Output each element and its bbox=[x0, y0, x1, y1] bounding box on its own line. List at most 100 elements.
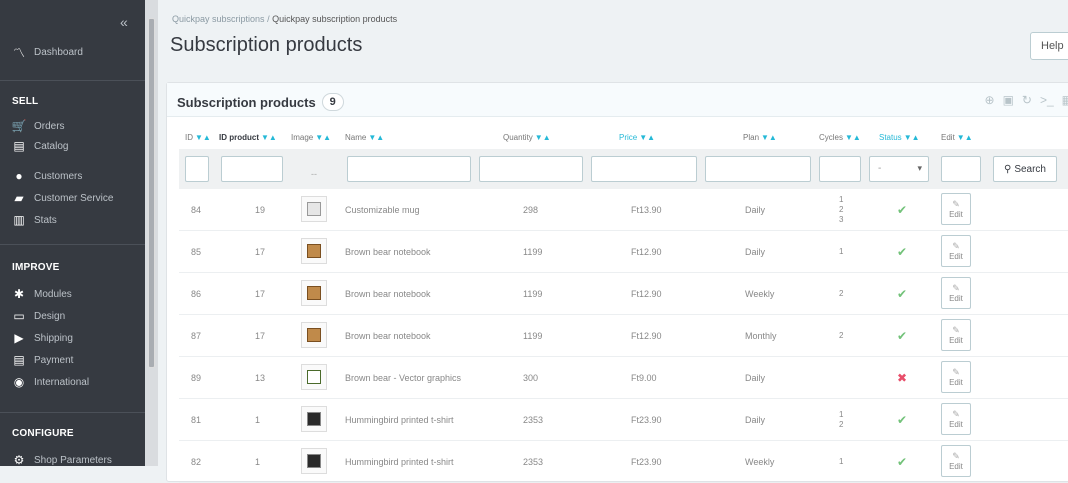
cell-id: 86 bbox=[191, 289, 201, 299]
cell-plan: Monthly bbox=[745, 331, 777, 341]
sidebar-item-dashboard[interactable]: 〽 Dashboard bbox=[12, 46, 83, 58]
cell-plan: Weekly bbox=[745, 289, 774, 299]
filter-row: -- - ▾ ⚲ Search bbox=[179, 149, 1068, 189]
filter-status-select[interactable]: - ▾ bbox=[869, 156, 929, 182]
table-row[interactable]: 811Hummingbird printed t-shirt2353Ft23.9… bbox=[179, 399, 1068, 441]
table-row[interactable]: 8517Brown bear notebook1199Ft12.90Daily1… bbox=[179, 231, 1068, 273]
filter-edit-input[interactable] bbox=[941, 156, 981, 182]
edit-button[interactable]: ✎Edit bbox=[941, 319, 971, 351]
cell-price: Ft9.00 bbox=[631, 373, 657, 383]
sidebar-item-modules[interactable]: ✱Modules bbox=[12, 288, 72, 300]
product-image bbox=[307, 370, 321, 384]
cycle-value: 1 bbox=[839, 247, 843, 257]
cell-quantity: 1199 bbox=[523, 247, 542, 257]
col-id-product[interactable]: ID product▼▲ bbox=[219, 133, 277, 142]
sidebar-item-customers[interactable]: ●Customers bbox=[12, 170, 82, 182]
sidebar-item-customer-service[interactable]: ▰Customer Service bbox=[12, 192, 113, 204]
col-id[interactable]: ID▼▲ bbox=[185, 133, 211, 142]
section-improve: IMPROVE bbox=[12, 262, 60, 273]
puzzle-icon: ✱ bbox=[12, 288, 26, 300]
sidebar-scrollbar[interactable] bbox=[145, 0, 158, 466]
search-icon: ⚲ bbox=[1004, 164, 1011, 175]
edit-label: Edit bbox=[949, 336, 963, 345]
panel-toolbar: ⊕ ▣ ↻ >_ ▦ bbox=[985, 93, 1068, 107]
status-select-value: - bbox=[878, 163, 881, 174]
table-row[interactable]: 8717Brown bear notebook1199Ft12.90Monthl… bbox=[179, 315, 1068, 357]
cell-plan: Daily bbox=[745, 205, 765, 215]
cell-id-product: 17 bbox=[255, 331, 265, 341]
cell-id: 89 bbox=[191, 373, 201, 383]
sidebar-item-international[interactable]: ◉International bbox=[12, 376, 89, 388]
products-panel: Subscription products 9 ⊕ ▣ ↻ >_ ▦ ID▼▲ … bbox=[166, 82, 1068, 482]
product-image bbox=[307, 328, 321, 342]
cell-cycles: 1 bbox=[839, 247, 843, 257]
col-edit[interactable]: Edit▼▲ bbox=[941, 133, 973, 142]
edit-button[interactable]: ✎Edit bbox=[941, 403, 971, 435]
sidebar-item-shop-parameters[interactable]: ⚙Shop Parameters bbox=[12, 454, 112, 466]
section-sell: SELL bbox=[12, 96, 38, 107]
search-button[interactable]: ⚲ Search bbox=[993, 156, 1057, 182]
filter-id-product-input[interactable] bbox=[221, 156, 283, 182]
truck-icon: ▶ bbox=[12, 332, 26, 344]
sidebar-item-design[interactable]: ▭Design bbox=[12, 310, 65, 322]
check-icon[interactable]: ✔ bbox=[897, 245, 907, 259]
product-image bbox=[307, 412, 321, 426]
cell-plan: Daily bbox=[745, 373, 765, 383]
table-row[interactable]: 8617Brown bear notebook1199Ft12.90Weekly… bbox=[179, 273, 1068, 315]
col-image[interactable]: Image▼▲ bbox=[291, 133, 331, 142]
filter-quantity-input[interactable] bbox=[479, 156, 583, 182]
edit-icon: ✎ bbox=[952, 451, 960, 462]
cell-name: Brown bear - Vector graphics bbox=[345, 373, 461, 383]
cell-id-product: 17 bbox=[255, 247, 265, 257]
table-row[interactable]: 821Hummingbird printed t-shirt2353Ft23.9… bbox=[179, 441, 1068, 483]
filter-plan-input[interactable] bbox=[705, 156, 811, 182]
cell-id-product: 1 bbox=[255, 415, 260, 425]
terminal-icon[interactable]: >_ bbox=[1040, 93, 1054, 107]
col-cycles[interactable]: Cycles▼▲ bbox=[819, 133, 861, 142]
scrollbar-thumb[interactable] bbox=[148, 18, 155, 368]
sidebar-item-stats[interactable]: ▥Stats bbox=[12, 214, 57, 226]
cell-quantity: 298 bbox=[523, 205, 538, 215]
col-quantity[interactable]: Quantity▼▲ bbox=[503, 133, 551, 142]
edit-button[interactable]: ✎Edit bbox=[941, 193, 971, 225]
help-button[interactable]: Help bbox=[1030, 32, 1068, 60]
sidebar-item-catalog[interactable]: ▤Catalog bbox=[12, 140, 68, 152]
export-icon[interactable]: ▣ bbox=[1003, 93, 1014, 107]
table-row[interactable]: 8913Brown bear - Vector graphics300Ft9.0… bbox=[179, 357, 1068, 399]
col-name[interactable]: Name▼▲ bbox=[345, 133, 384, 142]
close-icon[interactable]: ✖ bbox=[897, 371, 907, 385]
breadcrumb-current: Quickpay subscription products bbox=[272, 14, 397, 24]
sidebar: « 〽 Dashboard SELL 🛒Orders ▤Catalog ●Cus… bbox=[0, 0, 145, 466]
cell-name: Customizable mug bbox=[345, 205, 420, 215]
edit-button[interactable]: ✎Edit bbox=[941, 277, 971, 309]
check-icon[interactable]: ✔ bbox=[897, 455, 907, 469]
cell-price: Ft12.90 bbox=[631, 331, 662, 341]
product-thumbnail bbox=[301, 364, 327, 390]
check-icon[interactable]: ✔ bbox=[897, 287, 907, 301]
breadcrumb-parent[interactable]: Quickpay subscriptions bbox=[172, 14, 265, 24]
col-price[interactable]: Price▼▲ bbox=[619, 133, 655, 142]
check-icon[interactable]: ✔ bbox=[897, 203, 907, 217]
edit-button[interactable]: ✎Edit bbox=[941, 361, 971, 393]
sidebar-item-orders[interactable]: 🛒Orders bbox=[12, 120, 65, 132]
filter-cycles-input[interactable] bbox=[819, 156, 861, 182]
refresh-icon[interactable]: ↻ bbox=[1022, 93, 1032, 107]
collapse-sidebar-button[interactable]: « bbox=[120, 14, 128, 30]
sidebar-divider bbox=[0, 244, 145, 245]
check-icon[interactable]: ✔ bbox=[897, 329, 907, 343]
edit-button[interactable]: ✎Edit bbox=[941, 445, 971, 477]
table-row[interactable]: 8419Customizable mug298Ft13.90Daily123✔✎… bbox=[179, 189, 1068, 231]
check-icon[interactable]: ✔ bbox=[897, 413, 907, 427]
filter-price-input[interactable] bbox=[591, 156, 697, 182]
gear-icon: ⚙ bbox=[12, 454, 26, 466]
sidebar-item-shipping[interactable]: ▶Shipping bbox=[12, 332, 73, 344]
filter-name-input[interactable] bbox=[347, 156, 471, 182]
filter-id-input[interactable] bbox=[185, 156, 209, 182]
col-plan[interactable]: Plan▼▲ bbox=[743, 133, 777, 142]
cell-price: Ft12.90 bbox=[631, 289, 662, 299]
sidebar-item-payment[interactable]: ▤Payment bbox=[12, 354, 73, 366]
edit-button[interactable]: ✎Edit bbox=[941, 235, 971, 267]
add-icon[interactable]: ⊕ bbox=[985, 93, 995, 107]
col-status[interactable]: Status▼▲ bbox=[879, 133, 920, 142]
database-icon[interactable]: ▦ bbox=[1062, 93, 1068, 107]
